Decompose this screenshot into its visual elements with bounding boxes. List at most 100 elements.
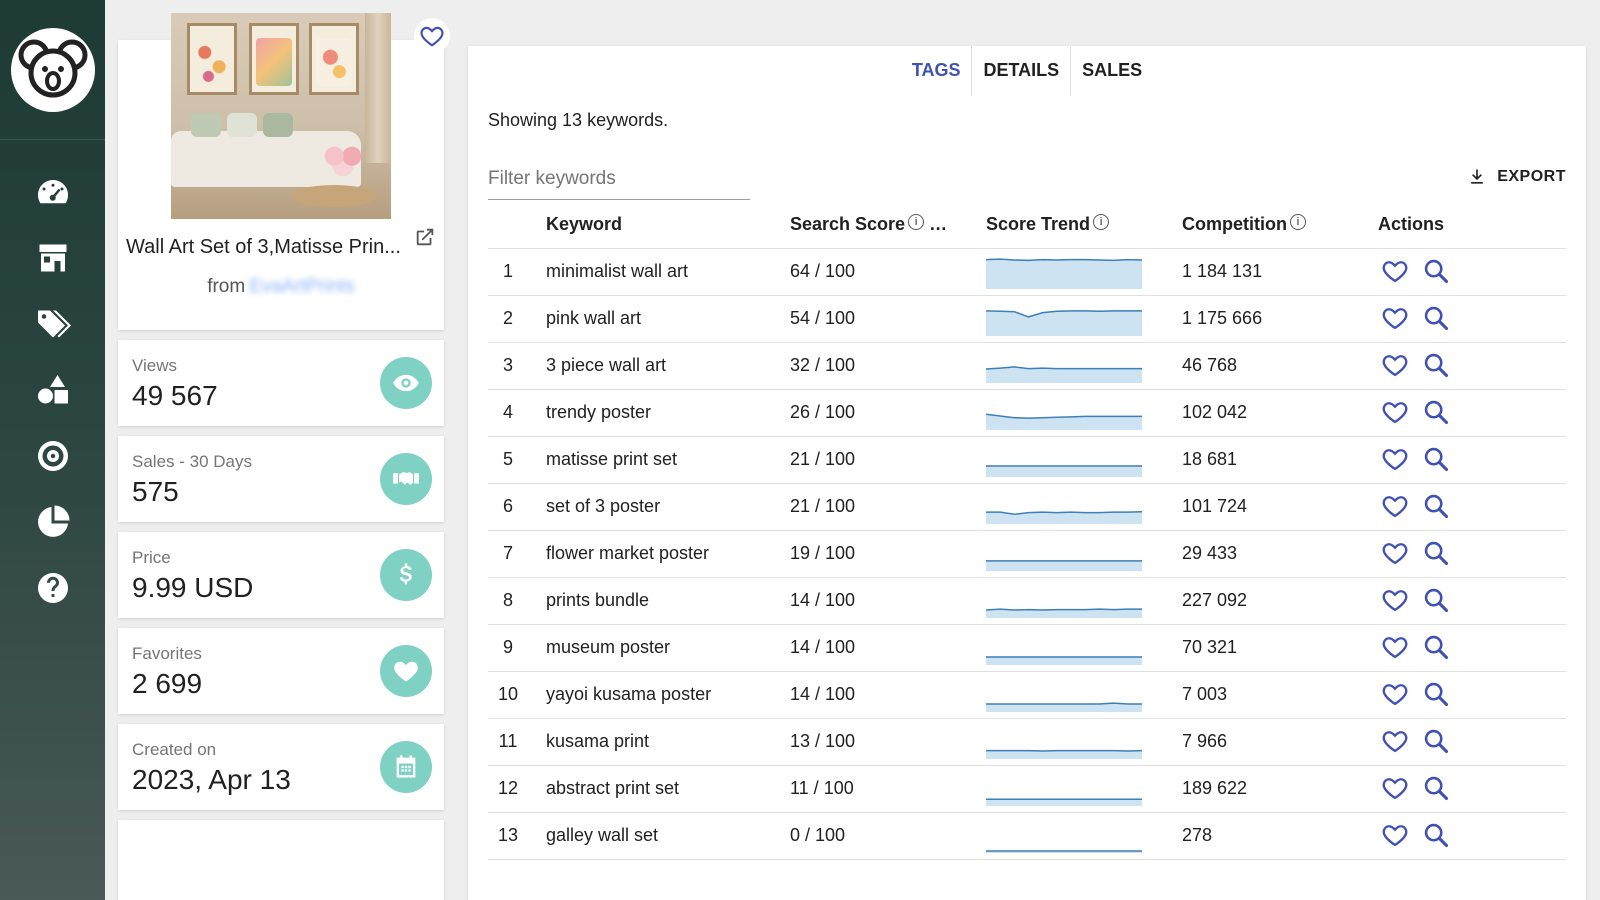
- sidebar-item-shapes[interactable]: [29, 366, 77, 414]
- sidebar-item-target[interactable]: [29, 432, 77, 480]
- add-favorite-keyword-button[interactable]: [1378, 442, 1412, 476]
- add-favorite-keyword-button[interactable]: [1378, 395, 1412, 429]
- thumbnail-curtain: [365, 13, 391, 163]
- search-score-cell: 64 / 100: [790, 248, 986, 296]
- search-keyword-button[interactable]: [1419, 771, 1453, 805]
- add-favorite-keyword-button[interactable]: [1378, 489, 1412, 523]
- tab-tags[interactable]: TAGS: [901, 46, 973, 96]
- open-listing-link[interactable]: [414, 226, 438, 250]
- actions-cell: [1378, 765, 1566, 813]
- search-keyword-button[interactable]: [1419, 583, 1453, 617]
- search-score-cell: 13 / 100: [790, 718, 986, 766]
- stat-card-views: Views 49 567: [118, 340, 444, 426]
- search-keyword-button[interactable]: [1419, 630, 1453, 664]
- keyword-cell: 3 piece wall art: [534, 342, 790, 390]
- empty-card: [118, 820, 444, 900]
- score-trend-cell: [986, 577, 1182, 625]
- info-icon[interactable]: i: [1093, 214, 1110, 231]
- stat-label: Price: [132, 548, 171, 567]
- actions-cell: [1378, 436, 1566, 484]
- search-keyword-button[interactable]: [1419, 442, 1453, 476]
- search-icon: [1424, 259, 1449, 283]
- search-keyword-button[interactable]: [1419, 301, 1453, 335]
- heart-outline-icon: [1382, 636, 1408, 658]
- export-label: EXPORT: [1497, 168, 1566, 185]
- sidebar-item-shop[interactable]: [29, 234, 77, 282]
- search-keyword-button[interactable]: [1419, 348, 1453, 382]
- stat-card-price: Price 9.99 USD: [118, 532, 444, 618]
- add-favorite-keyword-button[interactable]: [1378, 583, 1412, 617]
- tab-bar: TAGS DETAILS SALES: [468, 46, 1586, 96]
- shop-store-icon: [39, 244, 66, 272]
- col-header-index: [488, 202, 534, 249]
- col-header-keyword[interactable]: Keyword: [534, 202, 790, 249]
- search-icon: [1424, 682, 1449, 706]
- actions-cell: [1378, 671, 1566, 719]
- add-favorite-keyword-button[interactable]: [1378, 254, 1412, 288]
- shop-name-link[interactable]: EvaArtPrints: [249, 276, 355, 297]
- keyword-cell: matisse print set: [534, 436, 790, 484]
- add-favorite-keyword-button[interactable]: [1378, 301, 1412, 335]
- tab-details[interactable]: DETAILS: [972, 46, 1072, 96]
- col-header-score-trend[interactable]: Score Trend i: [986, 202, 1182, 249]
- sparkline-area: [986, 465, 1142, 477]
- heart-outline-icon: [1382, 730, 1408, 752]
- col-header-competition[interactable]: Competition i: [1182, 202, 1378, 249]
- stat-value: 575: [132, 476, 179, 507]
- product-thumbnail[interactable]: [171, 13, 391, 219]
- add-favorite-keyword-button[interactable]: [1378, 771, 1412, 805]
- thumbnail-frame-middle: [249, 23, 299, 95]
- col-header-search-score[interactable]: Search Score i …: [790, 202, 986, 249]
- eye-icon: [380, 357, 432, 409]
- search-keyword-button[interactable]: [1419, 395, 1453, 429]
- search-keyword-button[interactable]: [1419, 254, 1453, 288]
- search-score-cell: 19 / 100: [790, 530, 986, 578]
- keywords-table: Keyword Search Score i … Score Trend i Com…: [488, 202, 1566, 860]
- table-row: 9 museum poster 14 / 100 70 321: [488, 624, 1566, 672]
- keyword-cell: trendy poster: [534, 389, 790, 437]
- info-icon[interactable]: i: [1290, 214, 1306, 231]
- search-keyword-button[interactable]: [1419, 489, 1453, 523]
- add-favorite-keyword-button[interactable]: [1378, 536, 1412, 570]
- koala-logo-icon[interactable]: [10, 27, 95, 112]
- add-favorite-keyword-button[interactable]: [1378, 630, 1412, 664]
- row-index: 9: [488, 624, 534, 672]
- actions-cell: [1378, 718, 1566, 766]
- stat-label: Sales - 30 Days: [132, 452, 252, 471]
- tab-sales[interactable]: SALES: [1071, 46, 1153, 96]
- handshake-icon: [380, 453, 432, 505]
- sidebar-item-stats[interactable]: [29, 498, 77, 546]
- search-keyword-button[interactable]: [1419, 724, 1453, 758]
- search-icon: [1424, 400, 1449, 424]
- favorite-listing-button[interactable]: [414, 18, 450, 54]
- thumbnail-pillow: [263, 113, 293, 137]
- filter-keywords-input[interactable]: [488, 158, 750, 200]
- add-favorite-keyword-button[interactable]: [1378, 348, 1412, 382]
- search-score-cell: 54 / 100: [790, 295, 986, 343]
- search-keyword-button[interactable]: [1419, 677, 1453, 711]
- score-trend-sparkline: [986, 701, 1142, 712]
- search-keyword-button[interactable]: [1419, 818, 1453, 852]
- sidebar-item-help[interactable]: [29, 564, 77, 612]
- info-icon[interactable]: i: [908, 214, 925, 231]
- add-favorite-keyword-button[interactable]: [1378, 677, 1412, 711]
- score-trend-sparkline: [986, 464, 1142, 477]
- thumbnail-pillow: [191, 113, 221, 137]
- product-column: Wall Art Set of 3,Matisse Prin... from Ev…: [118, 13, 450, 900]
- thumbnail-frame-left: [187, 23, 237, 95]
- export-button[interactable]: EXPORT: [1467, 162, 1566, 192]
- keyword-cell: galley wall set: [534, 812, 790, 860]
- add-favorite-keyword-button[interactable]: [1378, 724, 1412, 758]
- table-row: 1 minimalist wall art 64 / 100 1 184 131: [488, 248, 1566, 296]
- table-row: 4 trendy poster 26 / 100 102 042: [488, 389, 1566, 437]
- sidebar-item-dashboard[interactable]: [29, 168, 77, 216]
- help-icon: [37, 573, 68, 603]
- search-keyword-button[interactable]: [1419, 536, 1453, 570]
- score-trend-cell: [986, 389, 1182, 437]
- row-index: 13: [488, 812, 534, 860]
- add-favorite-keyword-button[interactable]: [1378, 818, 1412, 852]
- row-index: 12: [488, 765, 534, 813]
- search-icon: [1424, 447, 1449, 471]
- score-trend-cell: [986, 671, 1182, 719]
- sidebar-item-tags[interactable]: [29, 300, 77, 348]
